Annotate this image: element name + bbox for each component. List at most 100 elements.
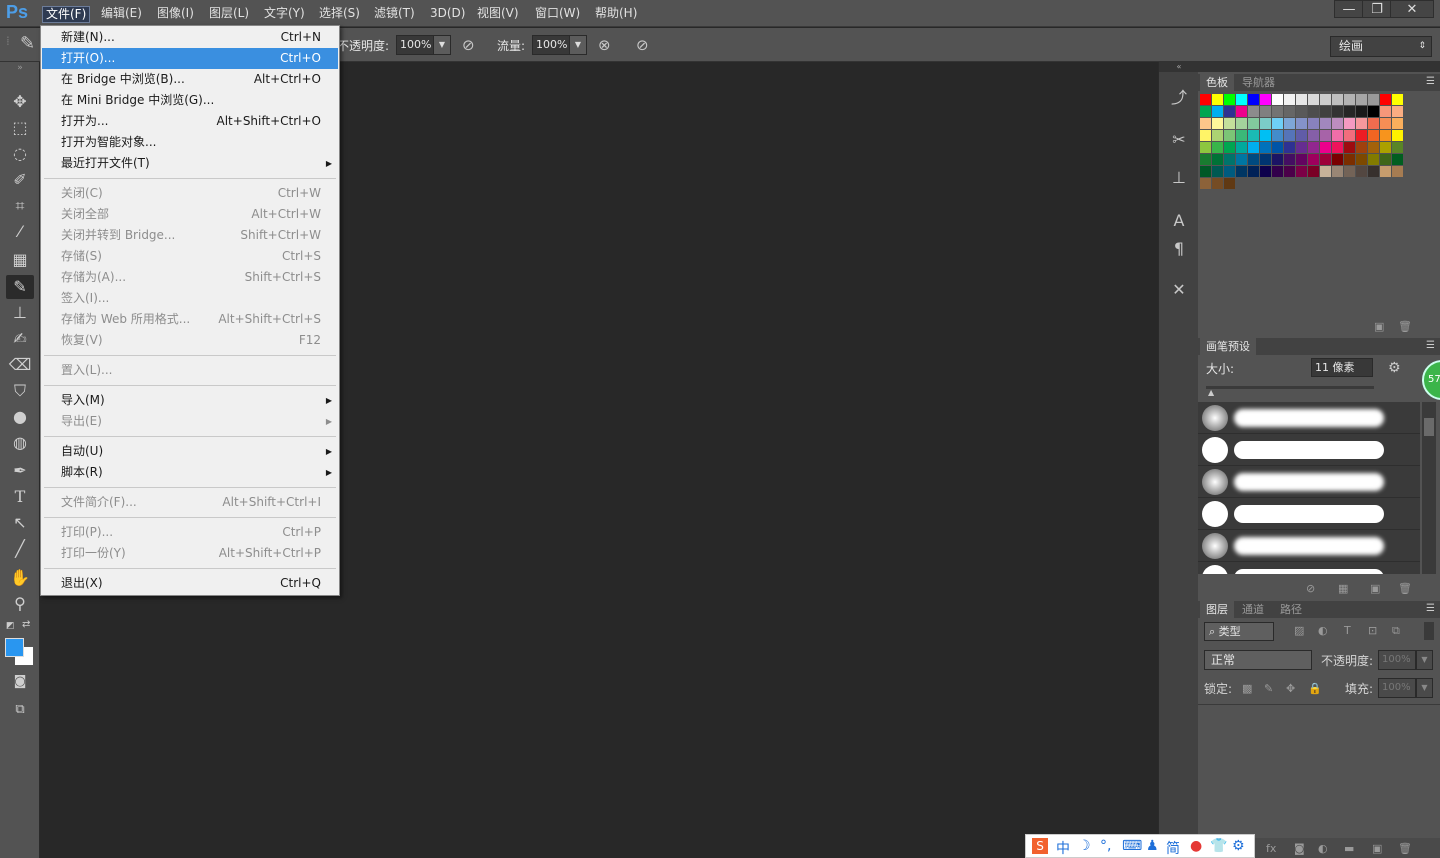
screen-mode-icon[interactable]: ⧉ [6,698,34,722]
color-swatch[interactable] [1200,166,1211,177]
size-slider-track[interactable] [1206,386,1374,389]
tab-paths[interactable]: 路径 [1274,601,1308,618]
color-swatch[interactable] [1320,94,1331,105]
color-swatch[interactable] [1332,154,1343,165]
tab-layers[interactable]: 图层 [1200,601,1234,618]
color-swatch[interactable] [1248,106,1259,117]
color-swatch[interactable] [1392,130,1403,141]
brush-preset-item[interactable] [1198,434,1420,466]
color-swatch[interactable] [1296,154,1307,165]
color-swatch[interactable] [1368,118,1379,129]
filter-shape-icon[interactable]: ⊡ [1368,624,1377,637]
color-swatch[interactable] [1272,106,1283,117]
color-swatch[interactable] [1392,154,1403,165]
color-swatch[interactable] [1200,154,1211,165]
opacity-input[interactable]: 100% [396,35,434,55]
color-swatch[interactable] [1356,154,1367,165]
chinese-mode-icon[interactable]: 中 [1056,838,1070,858]
menu-type[interactable]: 文字(Y) [261,6,308,23]
color-swatch[interactable] [1356,142,1367,153]
color-swatch[interactable] [1248,154,1259,165]
color-swatch[interactable] [1236,94,1247,105]
color-swatch[interactable] [1212,118,1223,129]
color-swatch[interactable] [1284,94,1295,105]
menu-select[interactable]: 选择(S) [316,6,363,23]
color-swatch[interactable] [1356,94,1367,105]
expand-dock-icon[interactable]: « [1159,62,1199,72]
blur-tool-icon[interactable]: ● [6,405,34,429]
brush-panel-icon[interactable]: ✂ [1167,128,1191,152]
color-swatch[interactable] [1212,94,1223,105]
menu-filter[interactable]: 滤镜(T) [371,6,418,23]
add-mask-icon[interactable]: ◙ [1294,842,1305,855]
filter-smart-object-icon[interactable]: ⧉ [1392,624,1400,638]
crop-tool-icon[interactable]: ⌗ [6,194,34,218]
color-swatch[interactable] [1212,178,1223,189]
color-swatch[interactable] [1212,106,1223,117]
color-swatch[interactable] [1344,142,1355,153]
panel-menu-icon[interactable]: ☰ [1426,76,1435,87]
file-menu-item[interactable]: 签入(I)... [42,288,338,309]
tab-channels[interactable]: 通道 [1236,601,1270,618]
color-swatch[interactable] [1224,130,1235,141]
swap-colors-icon[interactable]: ⇄ [22,619,30,630]
history-panel-icon[interactable]: ⤴ [1167,86,1191,110]
video-icon[interactable]: ● [1190,838,1202,854]
fill-input[interactable]: 100% [1378,678,1416,698]
lock-position-icon[interactable]: ✥ [1286,682,1295,695]
file-menu-item[interactable]: 退出(X) Ctrl+Q [42,573,338,594]
color-swatch[interactable] [1260,154,1271,165]
color-swatch[interactable] [1200,130,1211,141]
color-swatch[interactable] [1332,166,1343,177]
color-swatch[interactable] [1344,166,1355,177]
color-swatch[interactable] [1344,130,1355,141]
color-swatch[interactable] [1272,142,1283,153]
filter-pixel-icon[interactable]: ▨ [1294,624,1304,637]
layer-filter-select[interactable]: ⌕ 类型 [1204,622,1274,641]
delete-swatch-icon[interactable]: 🗑 [1398,320,1412,333]
color-swatch[interactable] [1392,118,1403,129]
color-swatch[interactable] [1224,118,1235,129]
color-swatch[interactable] [1356,166,1367,177]
color-swatch[interactable] [1368,94,1379,105]
tab-brush-presets[interactable]: 画笔预设 [1200,338,1256,355]
color-swatch[interactable] [1248,142,1259,153]
color-swatch[interactable] [1308,166,1319,177]
file-menu-item[interactable]: 打开为智能对象... [42,132,338,153]
color-swatch[interactable] [1380,106,1391,117]
file-menu-item[interactable]: 打开(O)... Ctrl+O [42,48,338,69]
foreground-color-swatch[interactable] [5,638,24,657]
file-menu-item[interactable]: 文件简介(F)... Alt+Shift+Ctrl+I [42,492,338,513]
healing-tool-icon[interactable]: ▦ [6,248,34,272]
color-swatch[interactable] [1332,94,1343,105]
color-swatch[interactable] [1284,130,1295,141]
lock-all-icon[interactable]: 🔒 [1308,682,1322,695]
restore-button[interactable]: ❐ [1362,0,1392,18]
color-swatch[interactable] [1272,154,1283,165]
color-swatch[interactable] [1260,106,1271,117]
menu-edit[interactable]: 编辑(E) [98,6,145,23]
lasso-tool-icon[interactable]: ◌ [6,142,34,166]
color-swatch[interactable] [1224,166,1235,177]
toggle-brush-panel-icon[interactable]: ⚙ [1388,360,1401,376]
color-swatch[interactable] [1380,130,1391,141]
color-swatch[interactable] [1332,142,1343,153]
brush-preset-item[interactable] [1198,530,1420,562]
bucket-tool-icon[interactable]: ⛉ [6,379,34,403]
color-swatch[interactable] [1308,94,1319,105]
file-menu-item[interactable]: 置入(L)... [42,360,338,381]
color-swatch[interactable] [1296,142,1307,153]
dodge-tool-icon[interactable]: ◍ [6,431,34,455]
close-button[interactable]: ✕ [1390,0,1434,18]
stamp-tool-icon[interactable]: ⊥ [6,301,34,325]
color-swatch[interactable] [1308,142,1319,153]
new-group-icon[interactable]: ▬ [1344,842,1354,855]
color-swatch[interactable] [1368,130,1379,141]
character-panel-icon[interactable]: A [1167,209,1191,233]
sogou-logo-icon[interactable]: S [1032,838,1048,854]
color-swatch[interactable] [1320,130,1331,141]
color-swatch[interactable] [1284,166,1295,177]
color-swatch[interactable] [1260,94,1271,105]
color-swatch[interactable] [1344,154,1355,165]
color-swatch[interactable] [1284,118,1295,129]
